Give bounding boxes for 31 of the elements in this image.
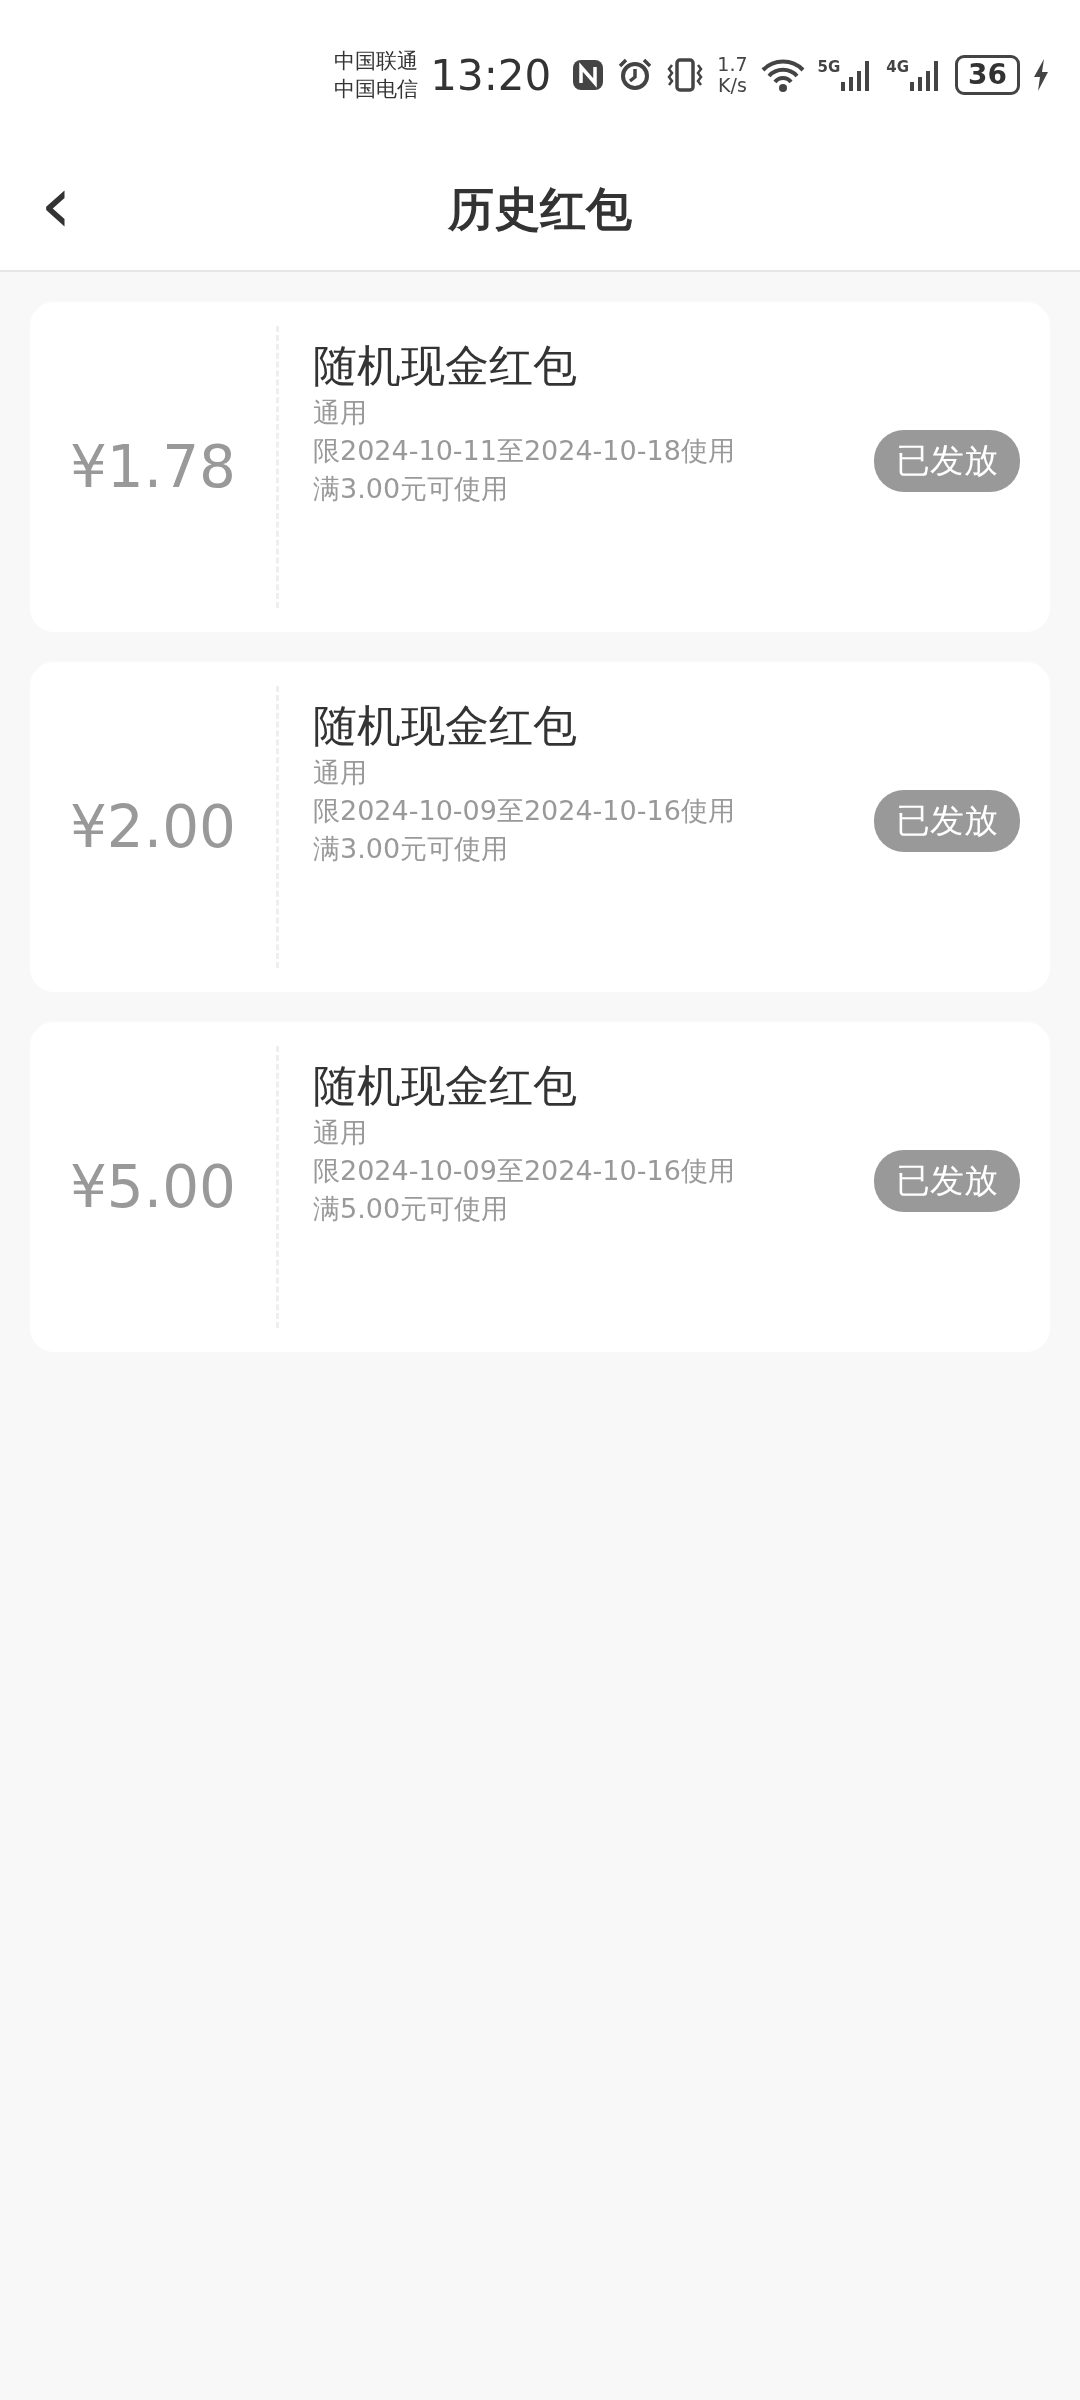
coupon-title: 随机现金红包 bbox=[313, 699, 578, 753]
coupon-validity: 限2024-10-09至2024-10-16使用 bbox=[313, 794, 736, 828]
coupon-condition: 满3.00元可使用 bbox=[313, 472, 510, 506]
coupon-title: 随机现金红包 bbox=[313, 1059, 578, 1113]
clock-time: 13:20 bbox=[430, 50, 552, 100]
coupon-validity: 限2024-10-11至2024-10-18使用 bbox=[313, 434, 736, 468]
network-type: 4G bbox=[886, 58, 910, 76]
coupon-scope: 通用 bbox=[313, 396, 368, 430]
wifi-icon bbox=[759, 57, 806, 93]
back-button[interactable]: ‹ bbox=[30, 170, 82, 240]
coupon-scope: 通用 bbox=[313, 756, 368, 790]
alarm-icon bbox=[617, 57, 654, 93]
coupon-amount: ¥5.00 bbox=[69, 1153, 236, 1221]
charging-icon bbox=[1032, 58, 1050, 92]
carrier-name: 中国电信 bbox=[334, 76, 419, 103]
coupon-condition: 满3.00元可使用 bbox=[313, 832, 510, 866]
nfc-icon bbox=[571, 58, 606, 92]
coupon-amount: ¥1.78 bbox=[69, 433, 236, 501]
battery-indicator: 36 bbox=[955, 55, 1020, 95]
status-badge: 已发放 bbox=[874, 430, 1020, 492]
page-title: 历史红包 bbox=[448, 181, 632, 238]
status-badge: 已发放 bbox=[874, 1150, 1020, 1212]
carrier-name: 中国联通 bbox=[334, 48, 419, 75]
coupon-amount: ¥2.00 bbox=[69, 793, 236, 861]
coupon-validity: 限2024-10-09至2024-10-16使用 bbox=[313, 1154, 736, 1188]
coupon-title: 随机现金红包 bbox=[313, 339, 578, 393]
coupon-scope: 通用 bbox=[313, 1116, 368, 1150]
status-badge: 已发放 bbox=[874, 790, 1020, 852]
network-type: 5G bbox=[817, 58, 841, 76]
coupon-condition: 满5.00元可使用 bbox=[313, 1192, 510, 1226]
network-speed: 1.7 K/s bbox=[717, 54, 748, 96]
